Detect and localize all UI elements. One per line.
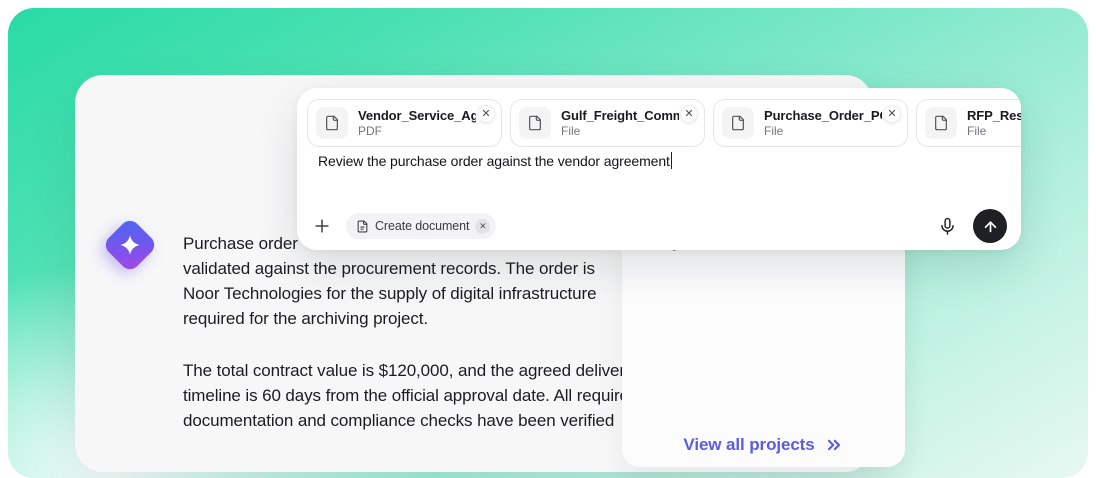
sparkle-diamond-icon [102,217,159,274]
create-document-label: Create document [375,219,469,233]
file-icon [316,107,348,139]
attachment-name: Gulf_Freight_Comme... [561,108,679,124]
composer-toolbar: Create document ✕ [310,208,1007,244]
attachment-type: File [764,124,882,139]
chevrons-right-icon [824,435,844,455]
close-icon: ✕ [481,109,490,120]
attachment-name: Purchase_Order_PO-... [764,108,882,124]
attachment-chips: Vendor_Service_Agre... PDF ✕ Gulf_Freigh… [307,99,1021,147]
attachment-info: Purchase_Order_PO-... File [764,108,882,139]
prompt-input[interactable]: Review the purchase order against the ve… [318,152,672,169]
composer-panel: Vendor_Service_Agre... PDF ✕ Gulf_Freigh… [297,88,1021,250]
remove-attachment-button[interactable]: ✕ [883,105,901,123]
attachment-chip[interactable]: RFP_Response... File ✕ [916,99,1021,147]
view-all-projects-link[interactable]: View all projects [622,435,905,455]
page: Purchase order validated against the pro… [0,0,1096,478]
plus-icon [312,216,332,236]
remove-tool-button[interactable]: ✕ [475,219,490,234]
remove-attachment-button[interactable]: ✕ [680,105,698,123]
attachment-name: RFP_Response... [967,108,1021,124]
arrow-up-icon [982,218,999,235]
microphone-button[interactable] [935,214,959,238]
remove-attachment-button[interactable]: ✕ [477,105,495,123]
attachment-info: Gulf_Freight_Comme... File [561,108,679,139]
attachment-chip[interactable]: Gulf_Freight_Comme... File ✕ [510,99,705,147]
close-icon: ✕ [684,109,693,120]
attachment-type: File [967,124,1021,139]
create-document-chip[interactable]: Create document ✕ [346,213,496,239]
close-icon: ✕ [887,109,896,120]
attachment-type: File [561,124,679,139]
file-text-icon [356,220,369,233]
attachment-chip[interactable]: Vendor_Service_Agre... PDF ✕ [307,99,502,147]
file-icon [722,107,754,139]
assistant-logo [102,217,158,273]
file-icon [925,107,957,139]
text-cursor [671,152,673,169]
attachment-name: Vendor_Service_Agre... [358,108,476,124]
microphone-icon [938,217,957,236]
add-attachment-button[interactable] [310,214,334,238]
file-icon [519,107,551,139]
assistant-message-paragraph-2: The total contract value is $120,000, an… [183,358,638,433]
attachment-type: PDF [358,124,476,139]
attachment-chip[interactable]: Purchase_Order_PO-... File ✕ [713,99,908,147]
attachment-info: Vendor_Service_Agre... PDF [358,108,476,139]
prompt-text: Review the purchase order against the ve… [318,153,670,169]
projects-panel: Projects Naqel Express Partnership Jedda… [622,230,905,467]
attachment-info: RFP_Response... File [967,108,1021,139]
view-all-projects-label: View all projects [683,435,814,455]
send-button[interactable] [973,209,1007,243]
close-icon: ✕ [479,221,487,232]
